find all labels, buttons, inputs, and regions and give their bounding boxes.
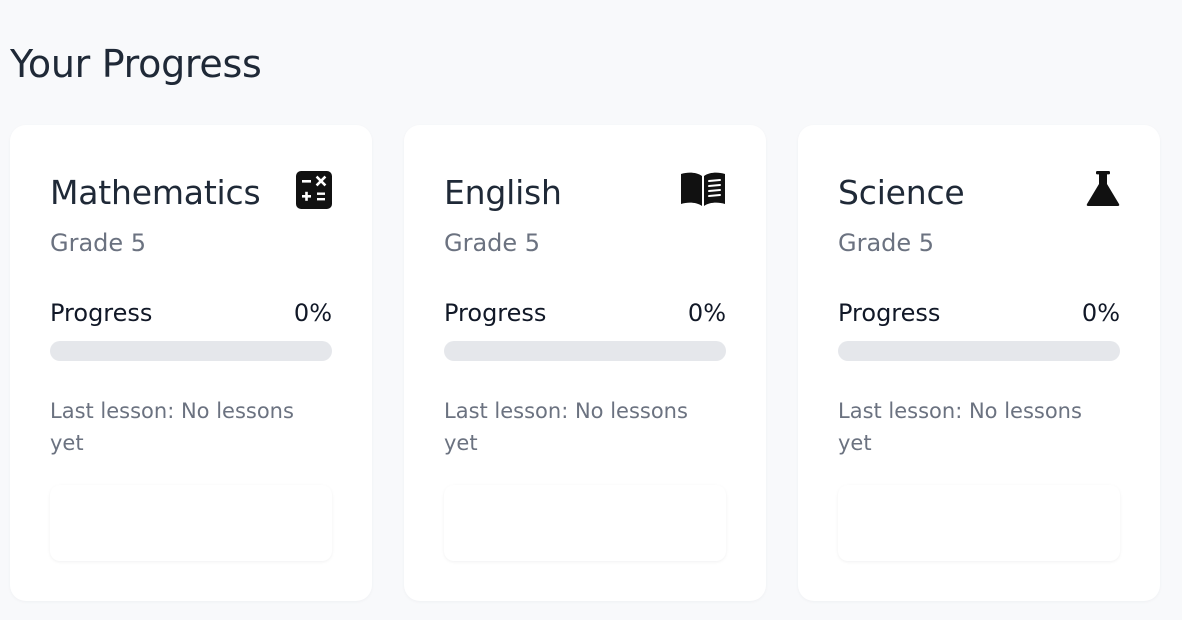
progress-row: Progress 0% (50, 297, 332, 329)
progress-label: Progress (444, 299, 547, 327)
progress-label: Progress (838, 299, 941, 327)
progress-bar (444, 341, 726, 361)
progress-value: 0% (687, 299, 726, 327)
card-header: Science (838, 171, 1120, 215)
card-action-area[interactable] (444, 485, 726, 561)
card-header: English (444, 171, 726, 215)
progress-bar (838, 341, 1120, 361)
last-lesson-text: Last lesson: No lessons yet (50, 399, 294, 455)
card-action-area[interactable] (838, 485, 1120, 561)
subject-card-science[interactable]: Science Grade 5 Progress 0% Last lesson:… (798, 125, 1160, 601)
progress-label: Progress (50, 299, 153, 327)
progress-value: 0% (293, 299, 332, 327)
grade-label: Grade 5 (838, 229, 935, 257)
book-open-icon (680, 171, 726, 211)
last-lesson-text: Last lesson: No lessons yet (444, 399, 688, 455)
subject-name: Mathematics (50, 173, 261, 212)
flask-icon (1074, 171, 1120, 211)
progress-value: 0% (1081, 299, 1120, 327)
grade-label: Grade 5 (50, 229, 147, 257)
last-lesson-text: Last lesson: No lessons yet (838, 399, 1082, 455)
page-title: Your Progress (10, 42, 262, 86)
card-action-area[interactable] (50, 485, 332, 561)
subject-card-mathematics[interactable]: Mathematics Grade 5 Progress 0% Last les… (10, 125, 372, 601)
card-header: Mathematics (50, 171, 332, 215)
progress-row: Progress 0% (838, 297, 1120, 329)
subject-name: Science (838, 173, 965, 212)
calculator-icon (286, 171, 332, 211)
subject-cards: Mathematics Grade 5 Progress 0% Last les… (10, 125, 1160, 601)
grade-label: Grade 5 (444, 229, 541, 257)
progress-bar (50, 341, 332, 361)
progress-row: Progress 0% (444, 297, 726, 329)
subject-name: English (444, 173, 562, 212)
subject-card-english[interactable]: English Grade 5 Progress 0% Last lesson:… (404, 125, 766, 601)
